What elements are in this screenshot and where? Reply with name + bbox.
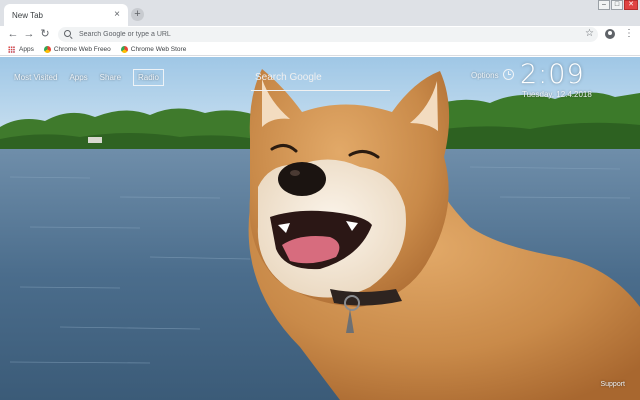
- nav-apps[interactable]: Apps: [69, 73, 87, 82]
- bookmark-apps[interactable]: Apps: [8, 46, 34, 53]
- close-window-button[interactable]: ✕: [624, 0, 638, 10]
- new-tab-button[interactable]: +: [131, 8, 144, 21]
- bookmark-star-icon[interactable]: ☆: [585, 27, 594, 41]
- search-input[interactable]: [255, 69, 385, 85]
- browser-toolbar: ← → ↻ ☆ ⋮: [0, 26, 640, 44]
- nav-radio[interactable]: Radio: [133, 69, 164, 86]
- chrome-web-store-icon: [43, 46, 51, 53]
- chrome-web-store-icon: [120, 46, 128, 53]
- options-link[interactable]: Options: [471, 71, 499, 80]
- maximize-button[interactable]: □: [611, 0, 623, 10]
- top-nav: Most Visited Apps Share Radio: [14, 69, 164, 86]
- minimize-button[interactable]: –: [598, 0, 610, 10]
- apps-grid-icon: [8, 46, 15, 53]
- clock-time: 2:09: [520, 59, 585, 90]
- nav-most-visited[interactable]: Most Visited: [14, 73, 57, 82]
- clock-icon[interactable]: [503, 69, 514, 80]
- back-arrow-icon[interactable]: ←: [6, 27, 20, 41]
- tab-new-tab[interactable]: New Tab ×: [4, 4, 128, 26]
- omnibox[interactable]: [58, 27, 598, 42]
- background-photo: [0, 57, 640, 400]
- omnibox-input[interactable]: [79, 31, 592, 38]
- support-link[interactable]: Support: [600, 381, 625, 388]
- bookmark-chrome-web-store[interactable]: Chrome Web Store: [120, 46, 187, 53]
- nav-share[interactable]: Share: [100, 73, 121, 82]
- profile-icon[interactable]: [605, 29, 615, 39]
- search-box[interactable]: [251, 65, 390, 91]
- search-icon: [64, 30, 73, 39]
- new-tab-page: Most Visited Apps Share Radio Options 2:…: [0, 57, 640, 400]
- window-controls: – □ ✕: [598, 0, 638, 10]
- bookmark-label: Apps: [19, 46, 34, 53]
- reload-icon[interactable]: ↻: [38, 27, 52, 41]
- forward-arrow-icon[interactable]: →: [22, 27, 36, 41]
- tab-title: New Tab: [12, 10, 43, 20]
- bookmark-chrome-web-freeo[interactable]: Chrome Web Freeo: [43, 46, 111, 53]
- bookmarks-bar: Apps Chrome Web Freeo Chrome Web Store: [0, 44, 640, 56]
- bookmark-label: Chrome Web Store: [130, 46, 187, 53]
- menu-dots-icon[interactable]: ⋮: [624, 27, 634, 41]
- clock-date: Tuesday, 12.4.2018: [522, 90, 592, 99]
- bookmark-label: Chrome Web Freeo: [53, 46, 111, 53]
- close-icon[interactable]: ×: [114, 10, 120, 20]
- tab-strip: New Tab × + – □ ✕: [0, 0, 640, 26]
